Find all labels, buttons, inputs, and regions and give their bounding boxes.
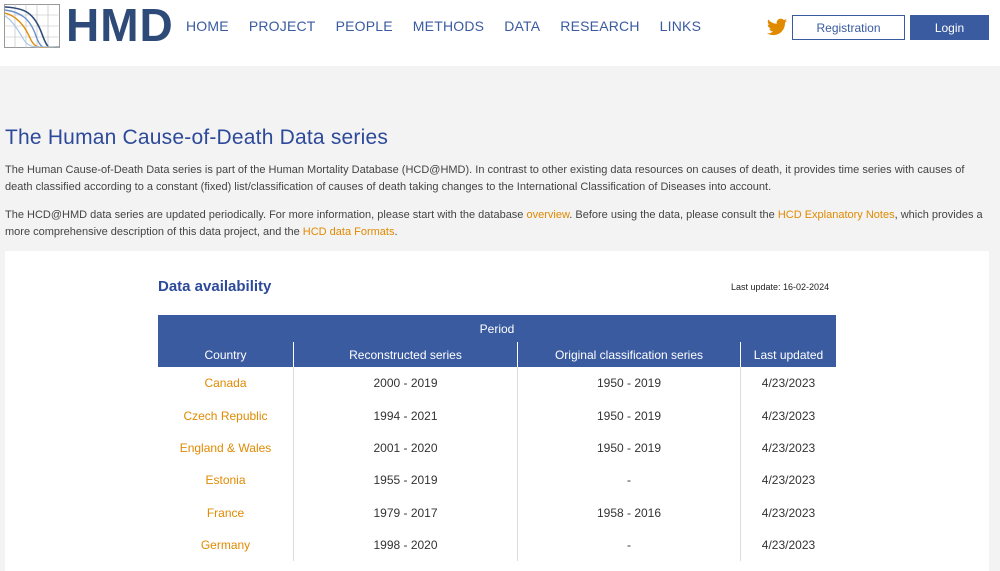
hmd-logo[interactable]: HMD	[4, 0, 173, 51]
nav-research[interactable]: RESEARCH	[560, 18, 639, 34]
main-nav: HOME PROJECT PEOPLE METHODS DATA RESEARC…	[186, 18, 721, 34]
updated-cell: 4/23/2023	[740, 399, 836, 432]
nav-home[interactable]: HOME	[186, 18, 229, 34]
table-row: France 1979 - 2017 1958 - 2016 4/23/2023	[158, 496, 836, 529]
nav-project[interactable]: PROJECT	[249, 18, 316, 34]
table-row: Estonia 1955 - 2019 - 4/23/2023	[158, 464, 836, 497]
overview-link[interactable]: overview	[526, 209, 569, 221]
column-header-country: Country	[204, 347, 247, 362]
table-row: Germany 1998 - 2020 - 4/23/2023	[158, 528, 836, 562]
info-paragraph: The HCD@HMD data series are updated peri…	[5, 207, 990, 241]
table-row: Czech Republic 1994 - 2021 1950 - 2019 4…	[158, 399, 836, 432]
nav-links[interactable]: LINKS	[660, 18, 701, 34]
reconstructed-cell: 2001 - 2020	[293, 431, 517, 465]
country-link[interactable]: Canada	[158, 367, 293, 399]
table-row: England & Wales 2001 - 2020 1950 - 2019 …	[158, 431, 836, 465]
info-text-d: .	[394, 226, 398, 238]
country-link[interactable]: Estonia	[158, 464, 293, 496]
original-cell: 1950 - 2019	[517, 431, 740, 465]
updated-cell: 4/23/2023	[740, 464, 836, 497]
column-header-original: Original classification series	[517, 342, 740, 367]
availability-table: Period Country Reconstructed series Orig…	[158, 315, 836, 562]
original-cell: -	[517, 528, 740, 562]
original-cell: -	[517, 464, 740, 497]
table-row: Canada 2000 - 2019 1950 - 2019 4/23/2023	[158, 367, 836, 400]
updated-cell: 4/23/2023	[740, 528, 836, 562]
info-text-b: . Before using the data, please consult …	[569, 209, 778, 221]
intro-paragraph: The Human Cause-of-Death Data series is …	[5, 164, 965, 193]
country-link[interactable]: Czech Republic	[158, 399, 293, 431]
original-cell: 1950 - 2019	[517, 399, 740, 432]
nav-data[interactable]: DATA	[504, 18, 540, 34]
registration-button[interactable]: Registration	[792, 15, 905, 40]
info-text-a: The HCD@HMD data series are updated peri…	[5, 209, 527, 221]
logo-text: HMD	[66, 0, 174, 51]
mortality-curves-icon	[4, 4, 60, 48]
nav-people[interactable]: PEOPLE	[336, 18, 393, 34]
column-header-reconstructed: Reconstructed series	[293, 342, 517, 367]
nav-methods[interactable]: METHODS	[413, 18, 484, 34]
data-formats-link[interactable]: HCD data Formats	[303, 226, 395, 238]
original-cell: 1950 - 2019	[517, 367, 740, 400]
country-link[interactable]: England & Wales	[158, 432, 293, 464]
country-link[interactable]: Germany	[158, 529, 293, 561]
column-header-last-updated: Last updated	[740, 342, 836, 367]
availability-title: Data availability	[158, 278, 272, 295]
updated-cell: 4/23/2023	[740, 431, 836, 465]
reconstructed-cell: 2000 - 2019	[293, 367, 517, 400]
site-header: HMD HOME PROJECT PEOPLE METHODS DATA RES…	[0, 0, 1000, 66]
reconstructed-cell: 1979 - 2017	[293, 496, 517, 529]
period-header: Period	[158, 315, 836, 342]
last-update-label: Last update: 16-02-2024	[731, 282, 830, 292]
reconstructed-cell: 1955 - 2019	[293, 464, 517, 497]
reconstructed-cell: 1994 - 2021	[293, 399, 517, 432]
country-link[interactable]: France	[158, 497, 293, 529]
twitter-icon[interactable]	[766, 16, 788, 38]
page-title: The Human Cause-of-Death Data series	[5, 126, 389, 149]
original-cell: 1958 - 2016	[517, 496, 740, 529]
updated-cell: 4/23/2023	[740, 367, 836, 400]
updated-cell: 4/23/2023	[740, 496, 836, 529]
table-header-row: Country Reconstructed series Original cl…	[158, 342, 836, 367]
login-button[interactable]: Login	[910, 15, 989, 40]
reconstructed-cell: 1998 - 2020	[293, 528, 517, 562]
explanatory-notes-link[interactable]: HCD Explanatory Notes	[778, 209, 895, 221]
